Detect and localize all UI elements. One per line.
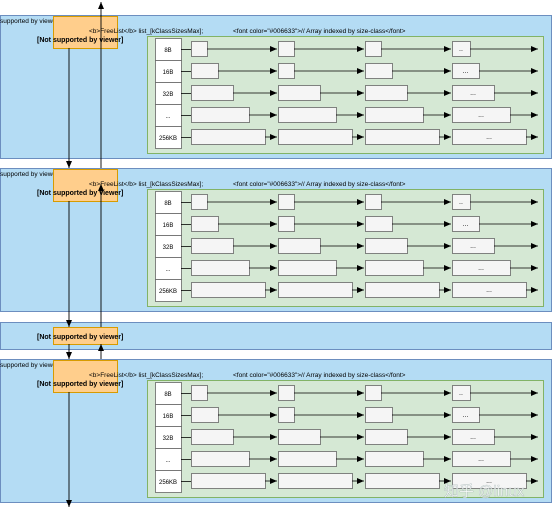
free-object-node bbox=[365, 238, 408, 254]
freelist-title: <b>FreeList</b> list_[kClassSizesMax]; bbox=[89, 28, 203, 35]
free-object-node bbox=[365, 473, 440, 489]
free-object-node bbox=[365, 385, 382, 401]
free-object-node bbox=[278, 451, 337, 467]
freelist-title: <b>FreeList</b> list_[kClassSizesMax]; bbox=[89, 372, 203, 379]
free-object-node bbox=[191, 407, 219, 423]
size-class-label: 8B bbox=[164, 392, 171, 398]
list-ellipsis: ... bbox=[478, 456, 484, 463]
list-ellipsis: .. bbox=[459, 199, 463, 206]
free-object-node bbox=[191, 385, 208, 401]
free-object-node bbox=[365, 129, 440, 145]
free-object-node bbox=[191, 216, 219, 232]
free-object-node bbox=[191, 238, 234, 254]
corner-label: supported by viewer] bbox=[0, 171, 60, 178]
free-object-node bbox=[191, 429, 234, 445]
free-object-node bbox=[278, 107, 337, 123]
free-object-node bbox=[365, 63, 393, 79]
node-label: [Not supported by viewer] bbox=[37, 190, 123, 197]
node-label: [Not supported by viewer] bbox=[37, 381, 123, 388]
free-object-node bbox=[365, 107, 424, 123]
free-object-node bbox=[191, 260, 250, 276]
free-object-node bbox=[191, 282, 266, 298]
free-object-node bbox=[365, 41, 382, 57]
free-object-node bbox=[278, 429, 321, 445]
free-object-node bbox=[278, 63, 295, 79]
free-object-node bbox=[191, 129, 266, 145]
free-object-node bbox=[191, 473, 266, 489]
free-object-node bbox=[191, 63, 219, 79]
free-object-node bbox=[365, 429, 408, 445]
free-object-node bbox=[191, 85, 234, 101]
size-class-label: 32B bbox=[163, 436, 174, 442]
free-object-node bbox=[365, 407, 393, 423]
free-object-node bbox=[191, 107, 250, 123]
free-object-node bbox=[278, 194, 295, 210]
thread-cache-panel: supported by viewer] [Not supported by vi… bbox=[0, 168, 552, 312]
list-ellipsis: ... bbox=[486, 134, 492, 141]
thread-cache-panel: supported by viewer] [Not supported by vi… bbox=[0, 15, 552, 159]
corner-label: supported by viewer] bbox=[0, 18, 60, 25]
size-class-label: 16B bbox=[163, 414, 174, 420]
size-class-label: 32B bbox=[163, 245, 174, 251]
freelist-comment: <font color="#006633">// Array indexed b… bbox=[233, 28, 406, 35]
middle-node-label: [Not supported by viewer] bbox=[37, 334, 123, 341]
size-class-label: ... bbox=[165, 114, 170, 120]
list-ellipsis: ... bbox=[478, 265, 484, 272]
free-object-node bbox=[365, 85, 408, 101]
free-object-node bbox=[365, 260, 424, 276]
freelist-title: <b>FreeList</b> list_[kClassSizesMax]; bbox=[89, 181, 203, 188]
list-ellipsis: .. bbox=[459, 390, 463, 397]
list-ellipsis: ... bbox=[486, 287, 492, 294]
free-object-node bbox=[278, 216, 295, 232]
free-object-node bbox=[365, 216, 393, 232]
size-class-label: 256KB bbox=[159, 136, 177, 142]
size-class-label: 16B bbox=[163, 223, 174, 229]
free-object-node bbox=[278, 238, 321, 254]
node-label: [Not supported by viewer] bbox=[37, 37, 123, 44]
list-ellipsis: ... bbox=[463, 68, 469, 75]
size-class-label: 16B bbox=[163, 70, 174, 76]
size-class-label: 32B bbox=[163, 92, 174, 98]
free-object-node bbox=[278, 282, 353, 298]
free-object-node bbox=[191, 194, 208, 210]
freelist-comment: <font color="#006633">// Array indexed b… bbox=[233, 181, 406, 188]
free-object-node bbox=[278, 129, 353, 145]
free-object-node bbox=[278, 407, 295, 423]
corner-label: supported by viewer] bbox=[0, 362, 60, 369]
free-object-node bbox=[278, 41, 295, 57]
free-object-node bbox=[278, 260, 337, 276]
list-ellipsis: ... bbox=[470, 243, 476, 250]
list-ellipsis: ... bbox=[470, 434, 476, 441]
free-object-node bbox=[365, 282, 440, 298]
size-class-label: ... bbox=[165, 267, 170, 273]
free-object-node bbox=[191, 451, 250, 467]
thread-cache-diagram: supported by viewer] [Not supported by vi… bbox=[0, 2, 552, 507]
size-class-label: 256KB bbox=[159, 289, 177, 295]
list-ellipsis: ... bbox=[463, 221, 469, 228]
list-ellipsis: ... bbox=[470, 90, 476, 97]
free-object-node bbox=[278, 85, 321, 101]
size-class-label: ... bbox=[165, 458, 170, 464]
free-object-node bbox=[191, 41, 208, 57]
size-class-label: 8B bbox=[164, 48, 171, 54]
list-ellipsis: .. bbox=[459, 46, 463, 53]
freelist-comment: <font color="#006633">// Array indexed b… bbox=[233, 372, 406, 379]
thread-cache-panel: supported by viewer] [Not supported by vi… bbox=[0, 359, 552, 503]
list-ellipsis: ... bbox=[478, 112, 484, 119]
watermark: 知乎 @linux bbox=[444, 483, 525, 500]
size-class-label: 8B bbox=[164, 201, 171, 207]
size-class-label: 256KB bbox=[159, 480, 177, 486]
free-object-node bbox=[365, 451, 424, 467]
free-object-node bbox=[278, 473, 353, 489]
free-object-node bbox=[278, 385, 295, 401]
free-object-node bbox=[365, 194, 382, 210]
list-ellipsis: ... bbox=[463, 412, 469, 419]
